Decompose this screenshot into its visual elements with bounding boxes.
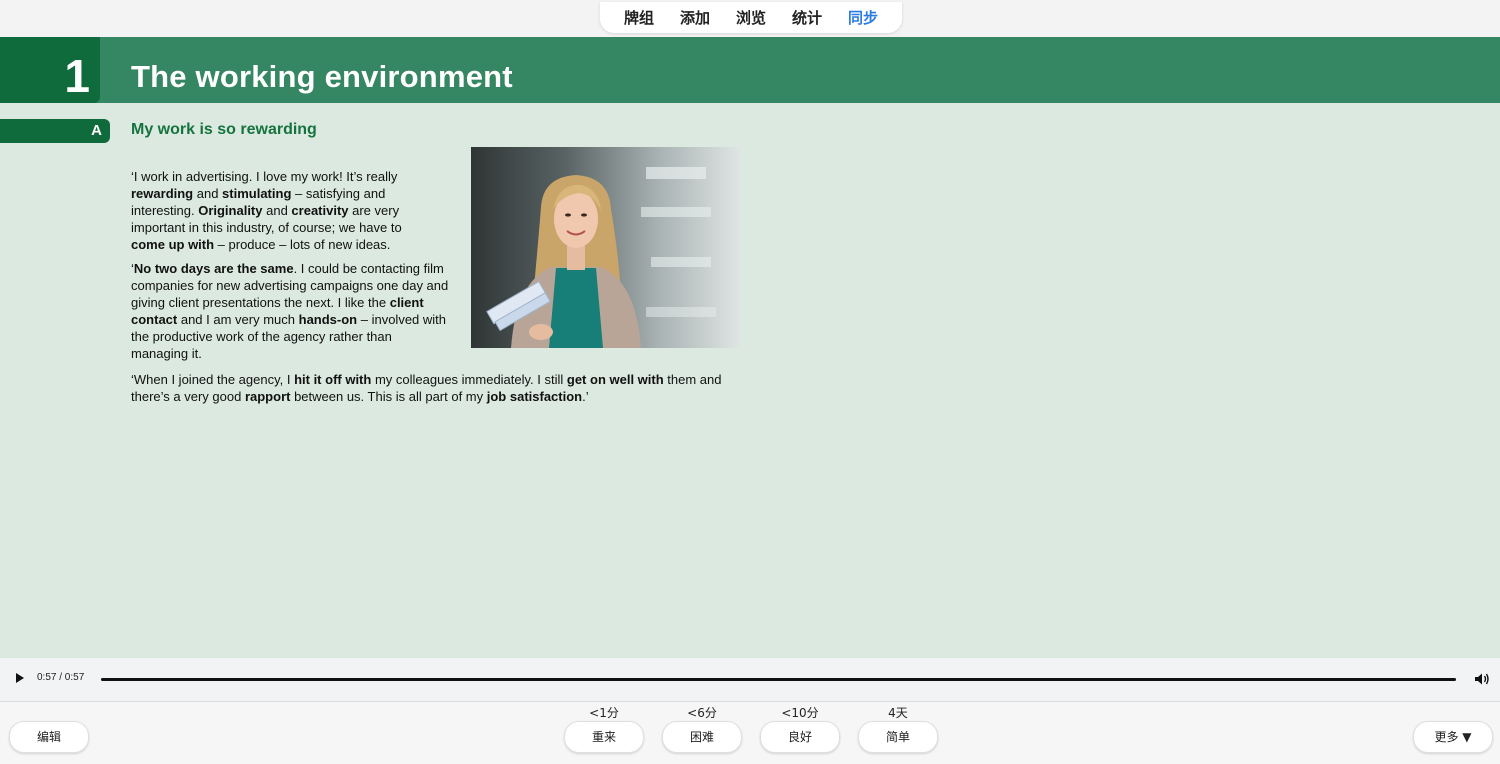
more-button[interactable]: 更多 ▼ <box>1413 721 1493 753</box>
nav-decks[interactable]: 牌组 <box>624 7 654 28</box>
nav-add[interactable]: 添加 <box>680 7 710 28</box>
again-button[interactable]: 重来 <box>564 721 644 753</box>
chapter-title: The working environment <box>131 59 513 94</box>
audio-time: 0:57 / 0:57 <box>37 672 85 683</box>
good-interval: <10分 <box>781 706 819 720</box>
again-interval: <1分 <box>589 706 619 720</box>
edit-button[interactable]: 编辑 <box>9 721 89 753</box>
bottom-bar: 编辑 <1分 重来 <6分 困难 <10分 良好 4天 简单 更多 ▼ <box>0 702 1500 764</box>
volume-icon[interactable] <box>1474 671 1490 687</box>
paragraph-1: ‘I work in advertising. I love my work! … <box>131 169 402 252</box>
section-letter: A <box>0 119 110 143</box>
portrait-illustration <box>486 167 716 348</box>
card-content: 1 The working environment A My work is s… <box>0 37 1500 658</box>
section-title: My work is so rewarding <box>131 121 317 138</box>
hard-interval: <6分 <box>687 706 717 720</box>
nav-sync[interactable]: 同步 <box>848 7 878 28</box>
chapter-header: 1 The working environment <box>0 37 1500 103</box>
hard-button[interactable]: 困难 <box>662 721 742 753</box>
top-toolbar: 牌组 添加 浏览 统计 同步 <box>0 0 1500 37</box>
audio-player: 0:57 / 0:57 <box>0 658 1500 702</box>
easy-button[interactable]: 简单 <box>858 721 938 753</box>
paragraph-2: ‘No two days are the same. I could be co… <box>131 261 449 361</box>
easy-interval: 4天 <box>888 706 908 720</box>
main-nav: 牌组 添加 浏览 统计 同步 <box>600 2 902 33</box>
audio-progress[interactable] <box>101 678 1456 681</box>
audio-progress-fill <box>101 678 1456 681</box>
nav-stats[interactable]: 统计 <box>792 7 822 28</box>
chapter-number: 1 <box>0 37 100 103</box>
paragraph-3: ‘When I joined the agency, I hit it off … <box>131 372 722 404</box>
play-icon[interactable] <box>16 673 24 683</box>
good-button[interactable]: 良好 <box>760 721 840 753</box>
nav-browse[interactable]: 浏览 <box>736 7 766 28</box>
woman-portrait-photo <box>471 147 740 348</box>
